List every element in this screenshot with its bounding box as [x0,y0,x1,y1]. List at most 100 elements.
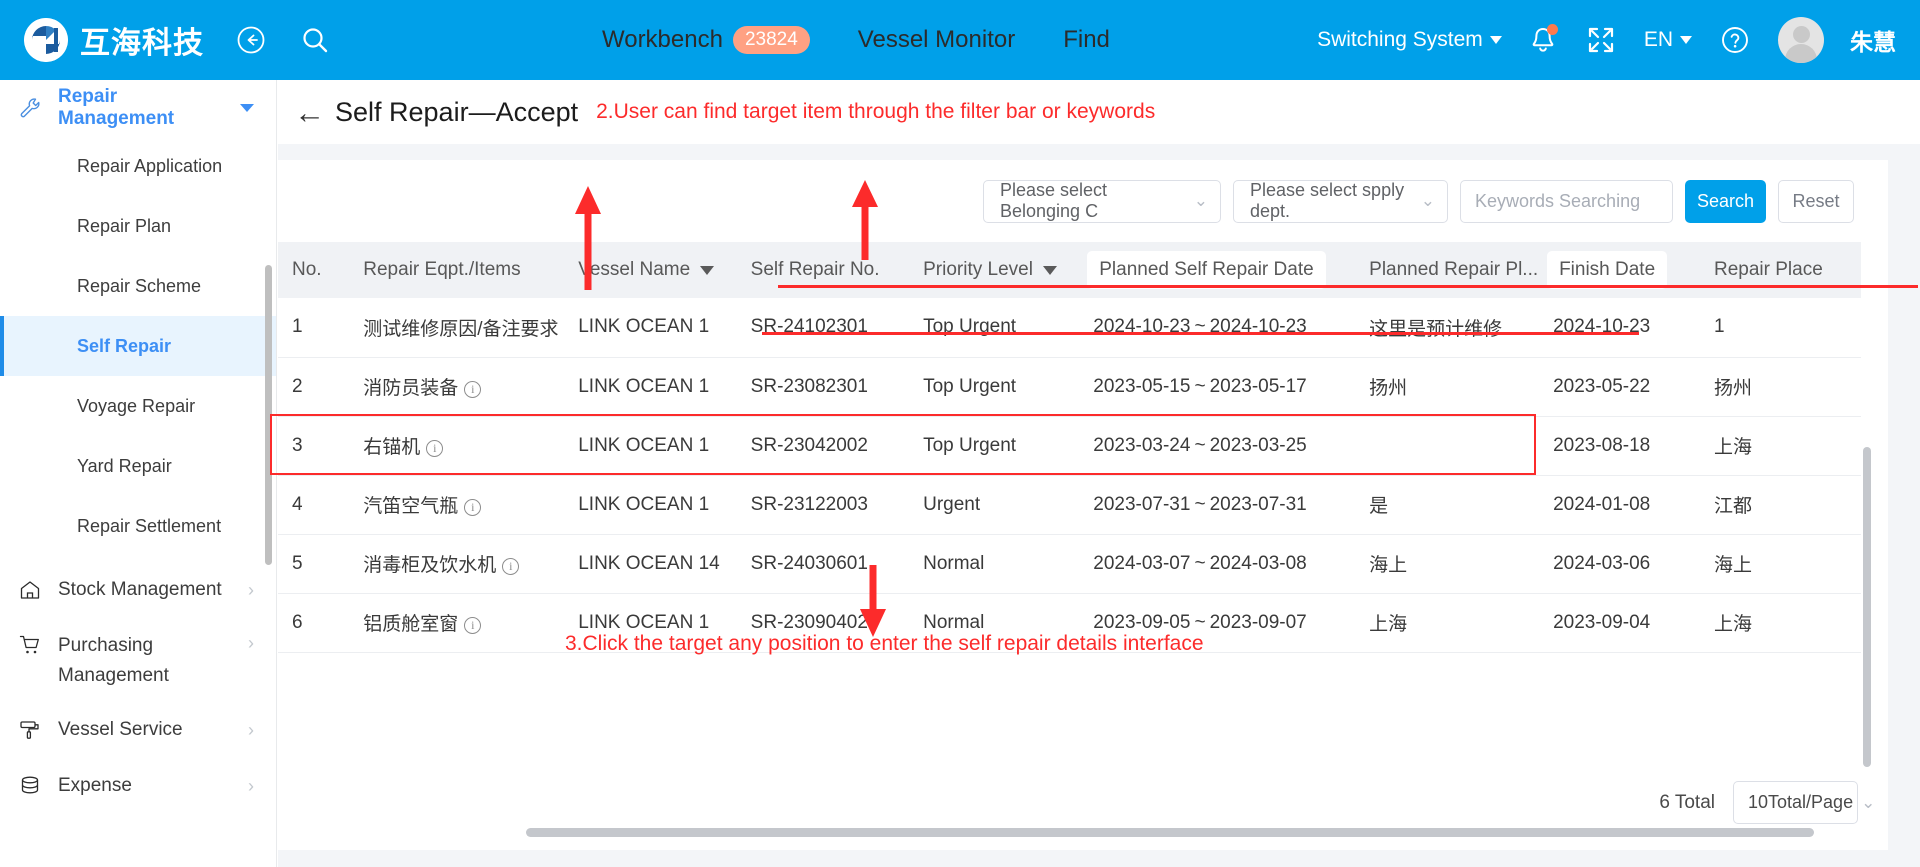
info-icon[interactable]: i [426,440,444,457]
back-arrow-circle-icon[interactable] [234,23,268,57]
sidebar: Repair Management Repair Application Rep… [0,80,277,867]
cell-no: 2 [278,357,350,417]
sidebar-group-stock-management[interactable]: Stock Management › [0,562,276,618]
supply-dept-value: Please select spply dept. [1250,180,1405,221]
sidebar-item-repair-settlement[interactable]: Repair Settlement [0,496,276,556]
cell-vessel-name: LINK OCEAN 14 [564,534,737,594]
sidebar-item-self-repair[interactable]: Self Repair [0,316,276,376]
col-planned-repair-place: Planned Repair Pl... [1355,242,1540,298]
cell-repair-eqpt: 消毒柜及饮水机 i [349,534,565,594]
sort-desc-icon[interactable] [700,265,715,275]
belonging-company-select[interactable]: Please select Belonging C ⌄ [983,179,1221,223]
col-planned-self-repair-date[interactable]: Planned Self Repair Date [1079,242,1356,298]
sidebar-group-purchasing-management[interactable]: Purchasing Management › [0,618,276,702]
header-right: Switching System EN 朱慧 [1317,0,1896,80]
chevron-right-icon: › [248,775,254,796]
sidebar-item-label: Repair Plan [77,215,172,236]
supply-dept-select[interactable]: Please select spply dept. ⌄ [1233,179,1448,223]
self-repair-table: No. Repair Eqpt./Items Vessel Name Self … [278,242,1861,653]
cell-priority-level: Top Urgent [909,298,1080,358]
nav-label-find: Find [1063,26,1110,53]
nav-item-find[interactable]: Find [1063,26,1110,54]
cell-repair-place: 海上 [1700,534,1861,594]
language-dropdown[interactable]: EN [1644,28,1692,52]
table-row[interactable]: 3 右锚机 i LINK OCEAN 1 SR-23042002 Top Urgent 20… [278,416,1861,476]
sidebar-group-label: Repair Management [58,86,175,129]
page-size-select[interactable]: 10Total/Page ⌄ [1733,781,1875,824]
sidebar-item-label: Repair Application [77,155,223,176]
search-button[interactable]: Search [1685,179,1766,223]
cell-vessel-name: LINK OCEAN 1 [564,416,737,476]
table-horizontal-scrollbar[interactable] [526,828,1814,837]
search-input[interactable] [1460,179,1673,223]
table-body: 1 测试维修原因/备注要求 LINK OCEAN 1 SR-24102301 Top U… [278,298,1861,653]
cell-repair-eqpt: 测试维修原因/备注要求 [349,298,565,358]
cell-repair-eqpt: 消防员装备 i [349,357,565,417]
sidebar-group-label: Expense [58,775,132,796]
col-vessel-name[interactable]: Vessel Name [564,242,737,298]
col-finish-date[interactable]: Finish Date [1539,242,1700,298]
cell-vessel-name: LINK OCEAN 1 [564,475,737,535]
sidebar-item-voyage-repair[interactable]: Voyage Repair [0,376,276,436]
table-row[interactable]: 2 消防员装备 i LINK OCEAN 1 SR-23082301 Top Urgent… [278,357,1861,417]
sidebar-item-yard-repair[interactable]: Yard Repair [0,436,276,496]
fullscreen-icon[interactable] [1584,23,1618,57]
info-icon[interactable]: i [464,499,482,516]
table-header-underline [762,332,1639,335]
nav-item-workbench[interactable]: Workbench 23824 [602,26,810,54]
info-icon[interactable]: i [464,617,482,634]
avatar-body [1785,44,1817,63]
cell-finish-date: 2023-09-04 [1539,593,1700,653]
sort-desc-icon[interactable] [1042,265,1057,275]
cell-repair-eqpt: 汽笛空气瓶 i [349,475,565,535]
cell-planned-self-repair-date: 2023-07-31 ~2023-07-31 [1079,475,1356,535]
col-label: Finish Date [1547,251,1668,289]
page-title-bar: ← Self Repair—Accept 2.User can find tar… [278,80,1920,144]
notifications-button[interactable] [1528,23,1558,57]
table-vertical-scrollbar[interactable] [1863,447,1871,767]
col-priority-level[interactable]: Priority Level [909,242,1080,298]
sidebar-group-expense[interactable]: Expense › [0,758,276,814]
sidebar-group-label: Stock Management [58,579,222,600]
sidebar-item-repair-scheme[interactable]: Repair Scheme [0,256,276,316]
col-label: Repair Place [1714,259,1823,280]
question-circle-icon[interactable] [1718,23,1752,57]
brand: 互海科技 [24,18,204,62]
total-count-label: 6 Total [1659,791,1715,813]
col-label: Self Repair No. [750,259,880,280]
cell-repair-eqpt: 右锚机 i [349,416,565,476]
main-content: ← Self Repair—Accept 2.User can find tar… [270,80,1920,867]
left-arrow-icon[interactable]: ← [294,97,325,128]
col-no: No. [278,242,350,298]
language-label: EN [1643,28,1673,51]
cell-planned-repair-place: 这里是预计维修地点 [1355,298,1540,358]
sidebar-item-label: Repair Scheme [77,275,202,296]
switching-system-dropdown[interactable]: Switching System [1317,28,1502,52]
avatar[interactable] [1778,17,1824,63]
avatar-head [1792,26,1810,43]
cell-finish-date: 2023-08-18 [1539,416,1700,476]
table-header-row: No. Repair Eqpt./Items Vessel Name Self … [278,242,1861,298]
chevron-down-icon: ⌄ [1193,191,1208,210]
user-name[interactable]: 朱慧 [1850,23,1896,57]
sidebar-scrollbar[interactable] [265,265,272,565]
sidebar-group-repair-management[interactable]: Repair Management [0,80,276,136]
search-icon[interactable] [298,23,332,57]
table-row[interactable]: 5 消毒柜及饮水机 i LINK OCEAN 14 SR-24030601 Normal 2… [278,534,1861,594]
cell-self-repair-no: SR-23082301 [736,357,910,417]
reset-button[interactable]: Reset [1778,179,1854,223]
table-row[interactable]: 4 汽笛空气瓶 i LINK OCEAN 1 SR-23122003 Urgent 2023… [278,475,1861,535]
cell-planned-repair-place [1355,416,1540,476]
info-icon[interactable]: i [464,381,482,398]
sidebar-group-label: Purchasing Management [58,635,169,686]
info-icon[interactable]: i [502,558,520,575]
sidebar-item-repair-application[interactable]: Repair Application [0,136,276,196]
belonging-company-value: Please select Belonging C [1000,180,1108,221]
nav-item-vessel-monitor[interactable]: Vessel Monitor [858,26,1015,54]
table-row[interactable]: 1 测试维修原因/备注要求 LINK OCEAN 1 SR-24102301 Top U… [278,298,1861,358]
sidebar-group-vessel-service[interactable]: Vessel Service › [0,702,276,758]
sidebar-item-repair-plan[interactable]: Repair Plan [0,196,276,256]
chevron-right-icon: › [248,719,254,740]
cell-no: 5 [278,534,350,594]
cell-no: 6 [278,593,350,653]
